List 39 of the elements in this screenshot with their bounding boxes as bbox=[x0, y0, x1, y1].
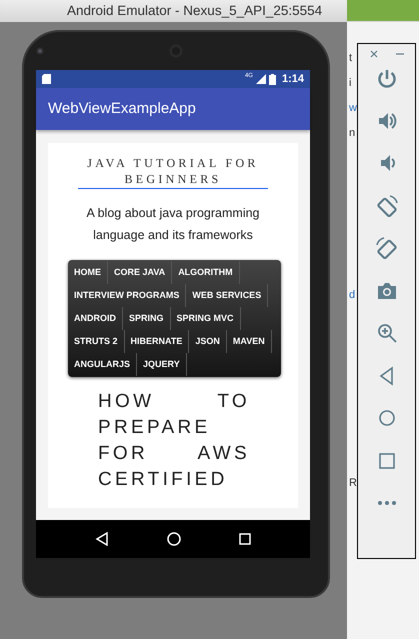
battery-icon bbox=[268, 74, 276, 84]
menu-link[interactable]: JQUERY bbox=[137, 353, 187, 376]
menu-link[interactable]: JSON bbox=[189, 330, 227, 354]
app-title: WebViewExampleApp bbox=[48, 98, 196, 119]
overview-icon[interactable] bbox=[239, 533, 251, 545]
post-title: HOW TO PREPARE FOR AWS CERTIFIED bbox=[98, 390, 250, 492]
text-fragment: R bbox=[349, 476, 357, 491]
text-fragment: n bbox=[349, 126, 356, 141]
text-fragment: d bbox=[349, 288, 356, 303]
text-fragment: t bbox=[349, 51, 352, 66]
zoom-icon[interactable] bbox=[376, 322, 398, 344]
menu-link[interactable]: WEB SERVICES bbox=[186, 284, 268, 308]
menu-link[interactable]: SPRING bbox=[123, 307, 171, 330]
menu-link[interactable]: CORE JAVA bbox=[108, 261, 172, 284]
menu-link[interactable]: ANGULARJS bbox=[68, 353, 138, 376]
close-icon[interactable] bbox=[370, 50, 378, 58]
rotate-right-icon[interactable] bbox=[376, 237, 398, 259]
home-icon[interactable] bbox=[167, 532, 181, 546]
text-fragment: w bbox=[349, 101, 357, 116]
menu-link[interactable]: HOME bbox=[68, 261, 108, 284]
menu-link[interactable]: ALGORITHM bbox=[172, 261, 240, 284]
window-top-bar bbox=[347, 0, 419, 21]
power-icon[interactable] bbox=[376, 67, 398, 89]
menu-link[interactable]: STRUTS 2 bbox=[68, 330, 125, 354]
menu-link[interactable]: HIBERNATE bbox=[124, 330, 190, 354]
sd-card-icon bbox=[42, 74, 51, 84]
menu-link[interactable]: ANDROID bbox=[68, 307, 123, 330]
status-time: 1:14 bbox=[282, 72, 304, 87]
tagline: A blog about java programming language and its frameworks bbox=[85, 205, 261, 244]
signal-icon bbox=[256, 74, 266, 84]
site-title: JAVA TUTORIAL FOR BEGINNERS bbox=[78, 155, 268, 190]
menu-link[interactable]: MAVEN bbox=[226, 330, 272, 354]
back-icon[interactable] bbox=[95, 532, 109, 546]
rotate-left-icon[interactable] bbox=[376, 194, 398, 216]
text-fragment: i bbox=[349, 76, 352, 91]
menu-link[interactable]: INTERVIEW PROGRAMS bbox=[68, 284, 186, 308]
camera-lens-icon bbox=[36, 47, 44, 55]
menu-link[interactable]: SPRING MVC bbox=[170, 307, 241, 330]
window-title: Android Emulator - Nexus_5_API_25:5554 bbox=[67, 2, 322, 20]
